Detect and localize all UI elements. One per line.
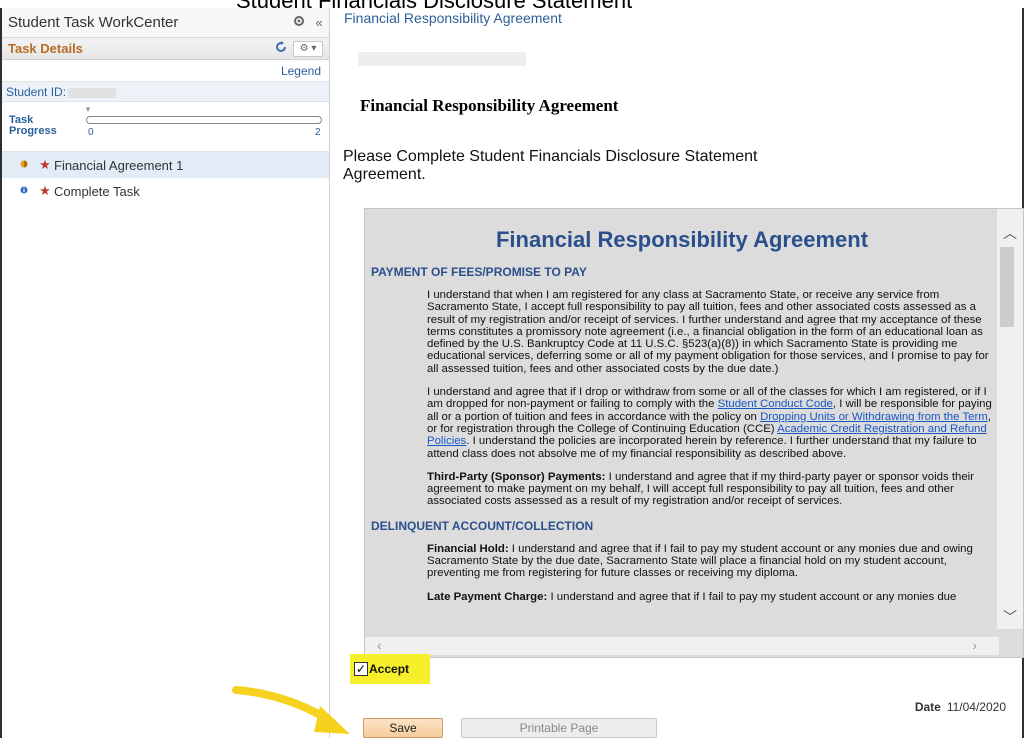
accept-checkbox-row[interactable]: ✓ Accept [350, 654, 430, 684]
main-content: Financial Responsibility Agreement Finan… [330, 0, 1024, 738]
date-label: Date [914, 700, 941, 714]
progress-bar [86, 116, 322, 124]
refresh-icon[interactable] [269, 41, 293, 56]
document-title: Financial Responsibility Agreement [495, 227, 869, 252]
collapse-icon[interactable]: « [309, 15, 329, 30]
date-row: Date 11/04/2020 [915, 700, 1006, 714]
paragraph: Late Payment Charge: I understand and ag… [427, 590, 957, 603]
dropping-units-link[interactable]: Dropping Units or Withdrawing from the T… [760, 411, 988, 423]
task-sidebar: Student Task WorkCenter « Task Details ⚙… [2, 8, 330, 738]
accept-checkbox[interactable]: ✓ [354, 662, 368, 676]
paragraph: I understand and agree that if I drop or… [427, 386, 992, 460]
required-star-icon: ★ [39, 183, 51, 198]
scroll-down-icon[interactable]: ﹀ [1003, 607, 1017, 627]
info-icon [20, 186, 34, 197]
agreement-document-frame[interactable]: Financial Responsibility Agreement PAYME… [364, 208, 1024, 658]
date-value: 11/04/2020 [946, 700, 1006, 714]
save-button[interactable]: Save [363, 718, 443, 738]
progress-min: 0 [88, 127, 94, 138]
settings-icon[interactable] [289, 15, 309, 30]
student-id-redacted [68, 87, 117, 98]
scroll-thumb[interactable] [1000, 247, 1014, 327]
legend-link[interactable]: Legend [281, 64, 321, 78]
student-conduct-code-link[interactable]: Student Conduct Code [718, 398, 833, 410]
paragraph: Financial Hold: I understand and agree t… [427, 542, 973, 580]
sidebar-header: Student Task WorkCenter « [2, 8, 329, 38]
task-label: Complete Task [54, 183, 140, 199]
student-id-label: Student ID: [6, 85, 67, 99]
paragraph: Third-Party (Sponsor) Payments: I unders… [427, 470, 974, 508]
section-heading: DELINQUENT ACCOUNT/COLLECTION [371, 518, 594, 533]
paragraph: I understand that when I am registered f… [427, 289, 989, 375]
instruction-text: Please Complete Student Financials Discl… [343, 148, 758, 183]
printable-page-button[interactable]: Printable Page [461, 718, 657, 738]
page-breadcrumb: Financial Responsibility Agreement [344, 10, 562, 26]
accept-label: Accept [369, 662, 410, 676]
in-progress-icon [20, 160, 34, 171]
scroll-right-icon[interactable]: › [972, 637, 977, 653]
redacted-name [358, 52, 526, 66]
task-label: Financial Agreement 1 [54, 157, 184, 173]
task-progress: Task Progress ▼ 0 2 [2, 102, 329, 152]
vertical-scrollbar[interactable]: ︿ ﹀ [997, 209, 1023, 629]
task-item-financial-agreement[interactable]: ★ Financial Agreement 1 [2, 152, 329, 178]
task-details-title: Task Details [8, 41, 83, 56]
legend-row: Legend [2, 60, 329, 82]
required-star-icon: ★ [39, 157, 51, 172]
section-heading: PAYMENT OF FEES/PROMISE TO PAY [371, 265, 587, 279]
scroll-up-icon[interactable]: ︿ [1003, 223, 1017, 243]
student-id-row: Student ID: [2, 82, 329, 102]
task-progress-label: Task Progress [9, 114, 57, 137]
page-title: Financial Responsibility Agreement [360, 96, 619, 115]
horizontal-scrollbar[interactable]: ‹ › [365, 637, 999, 655]
progress-marker-icon: ▼ [84, 105, 92, 114]
progress-max: 2 [315, 127, 321, 138]
task-item-complete-task[interactable]: ★ Complete Task [2, 178, 329, 204]
sidebar-title: Student Task WorkCenter [8, 14, 179, 31]
agreement-document: Financial Responsibility Agreement PAYME… [365, 209, 999, 629]
task-details-bar: Task Details ⚙ ▾ [2, 38, 329, 60]
scroll-left-icon[interactable]: ‹ [377, 637, 382, 653]
options-menu-button[interactable]: ⚙ ▾ [293, 40, 323, 57]
